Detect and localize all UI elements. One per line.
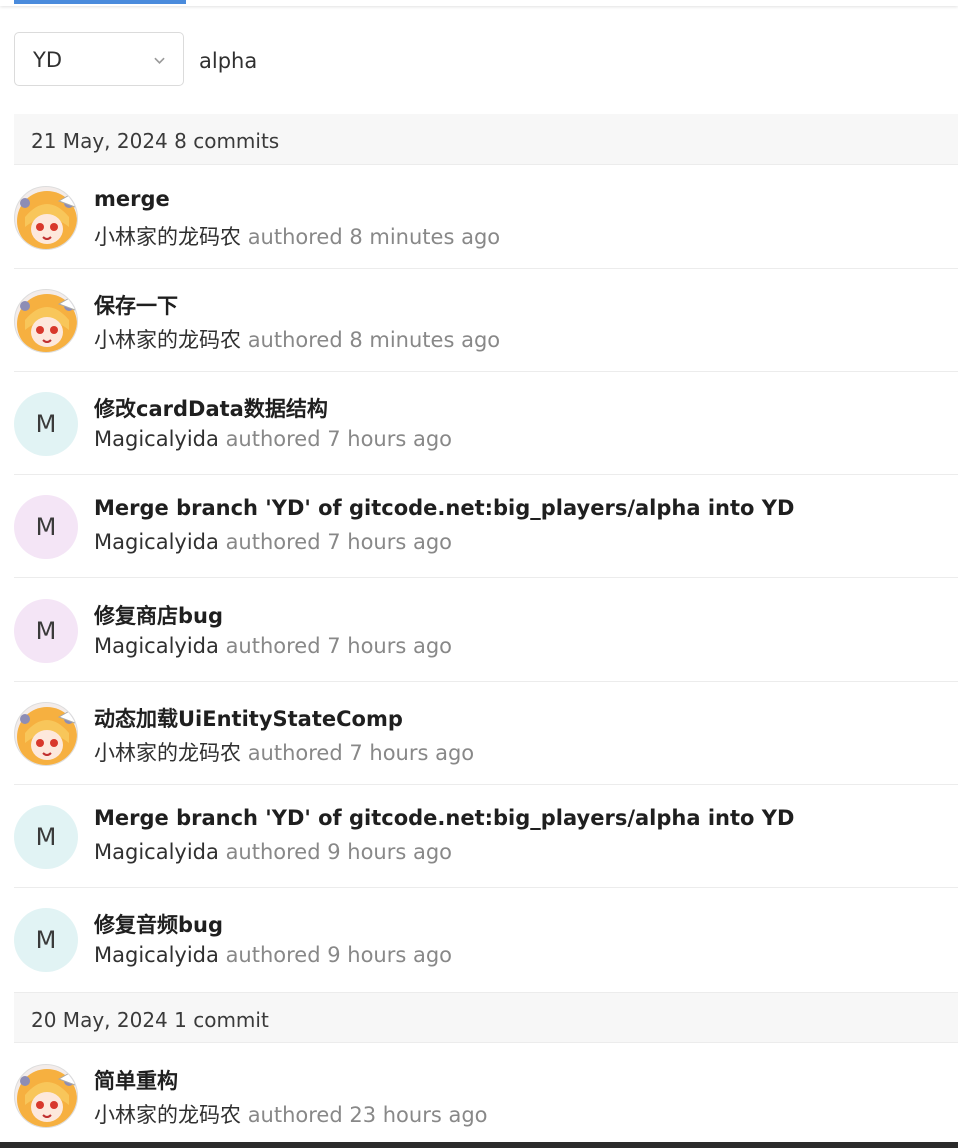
commit-meta: Magicalyida authored 7 hours ago bbox=[94, 530, 452, 554]
commit-meta: Magicalyida authored 7 hours ago bbox=[94, 634, 452, 658]
commit-time: authored 7 hours ago bbox=[247, 741, 475, 765]
commit-title[interactable]: 动态加载UiEntityStateComp bbox=[94, 703, 403, 733]
branch-dropdown[interactable]: YD bbox=[14, 32, 184, 86]
commit-time: authored 7 hours ago bbox=[225, 634, 453, 658]
commit-title[interactable]: 保存一下 bbox=[94, 290, 178, 320]
commit-author[interactable]: 小林家的龙码农 bbox=[94, 225, 241, 249]
commit-author[interactable]: Magicalyida bbox=[94, 427, 219, 451]
commit-row: 动态加载UiEntityStateComp 小林家的龙码农 authored 7… bbox=[14, 682, 958, 785]
commit-row: merge 小林家的龙码农 authored 8 minutes ago bbox=[14, 166, 958, 269]
commit-title[interactable]: Merge branch 'YD' of gitcode.net:big_pla… bbox=[94, 806, 794, 830]
avatar[interactable]: M bbox=[14, 805, 78, 869]
commit-row: M 修复商店bug Magicalyida authored 7 hours a… bbox=[14, 579, 958, 682]
avatar[interactable] bbox=[14, 1064, 78, 1128]
commit-row: M 修改cardData数据结构 Magicalyida authored 7 … bbox=[14, 372, 958, 475]
commit-title[interactable]: 修改cardData数据结构 bbox=[94, 393, 328, 423]
commit-author[interactable]: 小林家的龙码农 bbox=[94, 328, 241, 352]
commits-toolbar: YD alpha bbox=[14, 32, 958, 88]
day-header-label: 20 May, 2024 1 commit bbox=[31, 1008, 269, 1032]
anime-avatar-icon bbox=[17, 707, 77, 765]
avatar[interactable] bbox=[14, 186, 78, 250]
commit-meta: 小林家的龙码农 authored 23 hours ago bbox=[94, 1099, 488, 1129]
day-header-label: 21 May, 2024 8 commits bbox=[31, 129, 280, 153]
top-tab-bar bbox=[0, 0, 958, 6]
commit-time: authored 7 hours ago bbox=[225, 530, 453, 554]
commit-meta: 小林家的龙码农 authored 8 minutes ago bbox=[94, 324, 500, 354]
day-header: 20 May, 2024 1 commit bbox=[14, 992, 958, 1043]
repository-path-link[interactable]: alpha bbox=[199, 32, 257, 90]
commit-row: M Merge branch 'YD' of gitcode.net:big_p… bbox=[14, 475, 958, 578]
bottom-bar bbox=[0, 1142, 958, 1148]
avatar[interactable]: M bbox=[14, 392, 78, 456]
avatar[interactable]: M bbox=[14, 908, 78, 972]
commit-author[interactable]: Magicalyida bbox=[94, 634, 219, 658]
avatar[interactable] bbox=[14, 289, 78, 353]
commit-time: authored 7 hours ago bbox=[225, 427, 453, 451]
commit-time: authored 8 minutes ago bbox=[247, 328, 501, 352]
commit-title[interactable]: 修复音频bug bbox=[94, 909, 223, 939]
day-header: 21 May, 2024 8 commits bbox=[14, 114, 958, 165]
commit-meta: Magicalyida authored 9 hours ago bbox=[94, 840, 452, 864]
commit-title[interactable]: 修复商店bug bbox=[94, 600, 223, 630]
commit-row: M Merge branch 'YD' of gitcode.net:big_p… bbox=[14, 785, 958, 888]
commit-author[interactable]: 小林家的龙码农 bbox=[94, 1103, 241, 1127]
commit-row: 简单重构 小林家的龙码农 authored 23 hours ago bbox=[14, 1044, 958, 1147]
chevron-down-icon bbox=[154, 57, 165, 64]
commit-meta: 小林家的龙码农 authored 7 hours ago bbox=[94, 737, 474, 767]
active-tab-indicator bbox=[14, 0, 186, 4]
commit-title[interactable]: Merge branch 'YD' of gitcode.net:big_pla… bbox=[94, 496, 794, 520]
commit-row: 保存一下 小林家的龙码农 authored 8 minutes ago bbox=[14, 269, 958, 372]
commit-time: authored 23 hours ago bbox=[247, 1103, 488, 1127]
commit-meta: Magicalyida authored 9 hours ago bbox=[94, 943, 452, 967]
commit-author[interactable]: Magicalyida bbox=[94, 943, 219, 967]
branch-dropdown-label: YD bbox=[33, 48, 62, 72]
anime-avatar-icon bbox=[17, 1069, 77, 1127]
commit-time: authored 8 minutes ago bbox=[247, 225, 501, 249]
anime-avatar-icon bbox=[17, 294, 77, 352]
commit-title[interactable]: merge bbox=[94, 187, 170, 211]
commit-meta: 小林家的龙码农 authored 8 minutes ago bbox=[94, 221, 500, 251]
commit-time: authored 9 hours ago bbox=[225, 943, 453, 967]
anime-avatar-icon bbox=[17, 191, 77, 249]
commit-title[interactable]: 简单重构 bbox=[94, 1065, 178, 1095]
commit-meta: Magicalyida authored 7 hours ago bbox=[94, 427, 452, 451]
avatar[interactable] bbox=[14, 702, 78, 766]
avatar[interactable]: M bbox=[14, 495, 78, 559]
avatar[interactable]: M bbox=[14, 599, 78, 663]
commit-row: M 修复音频bug Magicalyida authored 9 hours a… bbox=[14, 888, 958, 991]
commit-time: authored 9 hours ago bbox=[225, 840, 453, 864]
commit-author[interactable]: Magicalyida bbox=[94, 530, 219, 554]
commit-author[interactable]: 小林家的龙码农 bbox=[94, 741, 241, 765]
commit-author[interactable]: Magicalyida bbox=[94, 840, 219, 864]
